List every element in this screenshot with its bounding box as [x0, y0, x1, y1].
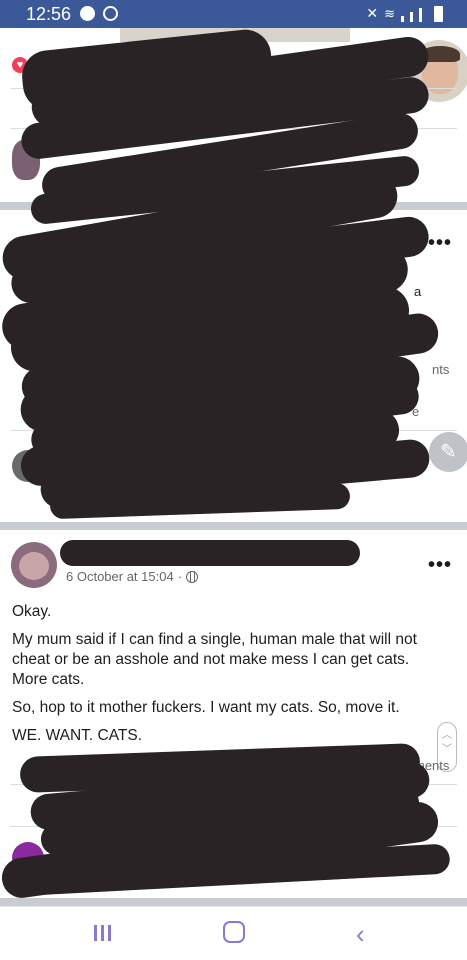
post-text-fragment: a [414, 284, 422, 299]
post-options-button[interactable]: ••• [428, 232, 452, 255]
section-gap [0, 898, 467, 906]
recent-apps-icon[interactable] [94, 921, 115, 947]
status-right-icons: ✕ ≋ [366, 5, 443, 22]
post-body: Okay. My mum said if I can find a single… [12, 602, 442, 754]
section-gap [0, 522, 467, 530]
messenger-notification-icon [103, 6, 118, 21]
back-icon[interactable]: ‹ [356, 919, 365, 950]
post-meta: 6 October at 15:04 · [66, 569, 199, 584]
post-timestamp[interactable]: 6 October at 15:04 [66, 569, 174, 584]
globe-icon [186, 570, 199, 583]
post-options-button[interactable]: ••• [428, 554, 452, 577]
post-author-avatar[interactable] [11, 542, 57, 588]
post-paragraph: WE. WANT. CATS. [12, 727, 143, 744]
meta-separator: · [177, 569, 183, 584]
status-bar: 12:56 ✕ ≋ [0, 0, 467, 28]
chat-notification-icon [80, 6, 95, 21]
status-left-icons [80, 6, 118, 21]
battery-icon [434, 6, 443, 22]
home-icon[interactable] [223, 921, 245, 943]
post-paragraph: Okay. [12, 603, 52, 620]
signal-icon [401, 16, 404, 22]
edit-pencil-icon[interactable] [429, 432, 467, 472]
system-nav-bar: ‹ [0, 906, 467, 960]
post-paragraph: So, hop to it mother fuckers. I want my … [12, 699, 400, 716]
post-paragraph: My mum said if I can find a single, huma… [12, 631, 417, 688]
comments-count[interactable]: nts [432, 362, 449, 377]
mute-icon: ✕ [366, 5, 379, 21]
wifi-icon: ≋ [384, 6, 395, 21]
status-time: 12:56 [26, 4, 72, 24]
